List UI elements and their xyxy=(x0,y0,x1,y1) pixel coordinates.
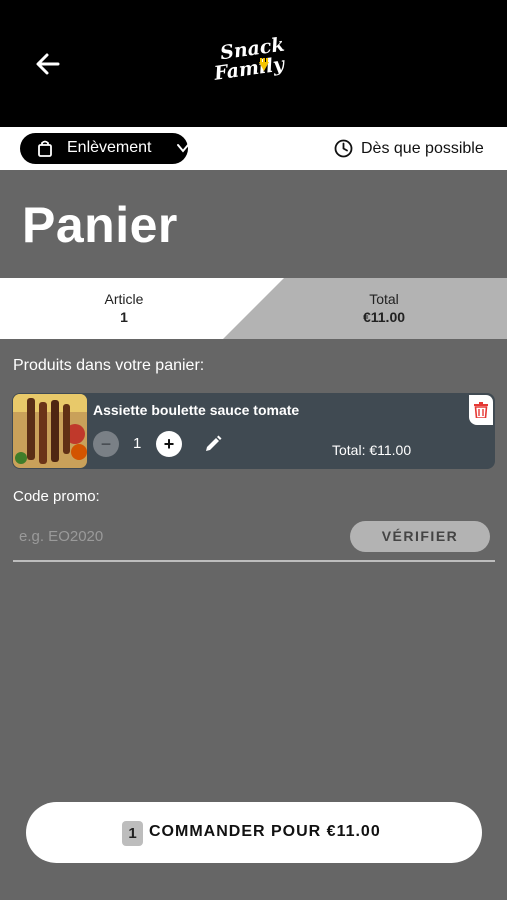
brand-logo: Snack Family xyxy=(210,34,300,92)
order-button-label: COMMANDER POUR €11.00 xyxy=(149,823,381,840)
promo-code-label: Code promo: xyxy=(13,488,100,505)
back-button[interactable] xyxy=(34,50,62,78)
shopping-bag-icon xyxy=(38,140,52,157)
order-item-count-badge: 1 xyxy=(122,821,143,846)
products-section-label: Produits dans votre panier: xyxy=(13,357,205,374)
cart-summary: Article 1 Total €11.00 xyxy=(0,278,507,339)
delete-item-button[interactable] xyxy=(469,395,493,425)
quantity-increase-button[interactable]: + xyxy=(156,431,182,457)
quantity-decrease-button[interactable]: − xyxy=(93,431,119,457)
promo-underline xyxy=(13,560,495,562)
product-name: Assiette boulette sauce tomate xyxy=(93,402,300,418)
article-label: Article xyxy=(104,291,144,307)
clock-icon xyxy=(334,139,353,158)
order-mode-bar: Enlèvement Dès que possible xyxy=(0,127,507,170)
total-value: €11.00 xyxy=(362,309,406,325)
trash-icon xyxy=(474,402,488,418)
cart-item: Assiette boulette sauce tomate − 1 + Tot… xyxy=(12,393,495,469)
total-label: Total xyxy=(369,291,399,307)
schedule-label: Dès que possible xyxy=(361,140,484,157)
chevron-down-icon xyxy=(177,144,189,153)
pencil-icon[interactable] xyxy=(203,434,223,454)
pickup-label: Enlèvement xyxy=(67,139,152,156)
total-box: Total €11.00 xyxy=(334,291,434,325)
article-count-box: Article 1 xyxy=(74,291,174,325)
pickup-mode-dropdown[interactable]: Enlèvement xyxy=(20,133,189,164)
page-title: Panier xyxy=(22,197,178,253)
app-header: Snack Family xyxy=(0,0,507,127)
fries-icon xyxy=(259,58,269,71)
product-image xyxy=(13,394,87,468)
article-count: 1 xyxy=(120,309,128,325)
verify-promo-button[interactable]: VÉRIFIER xyxy=(350,521,490,552)
arrow-left-icon xyxy=(36,53,60,75)
place-order-button[interactable]: 1 COMMANDER POUR €11.00 xyxy=(26,802,482,863)
promo-code-input[interactable] xyxy=(13,520,333,552)
quantity-value: 1 xyxy=(133,435,142,452)
item-total: Total: €11.00 xyxy=(332,442,412,458)
